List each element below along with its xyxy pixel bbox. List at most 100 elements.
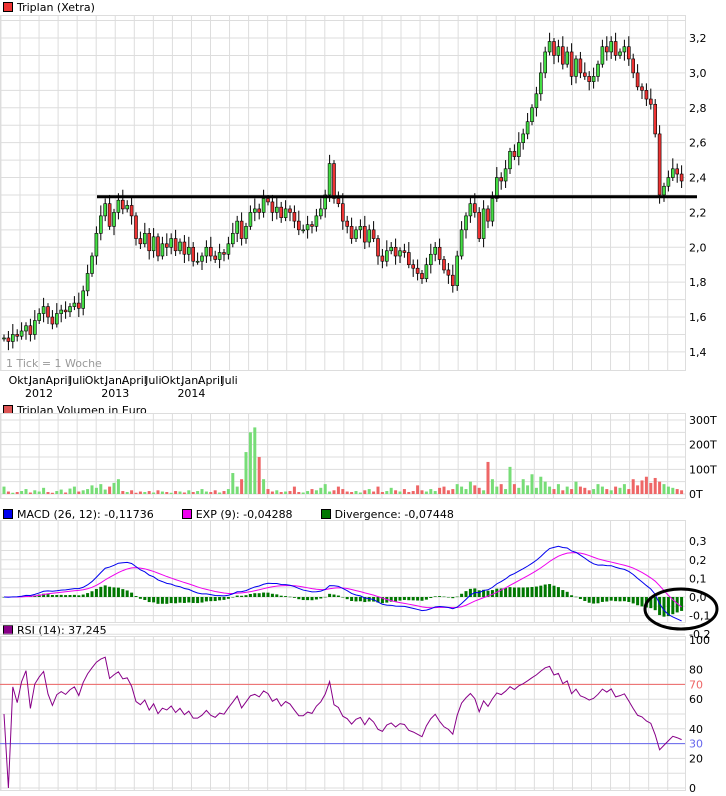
candle-body [512, 151, 517, 157]
candle-body [24, 325, 28, 332]
divergence-bar [112, 587, 116, 597]
divergence-bar [358, 597, 362, 602]
volume-bar [138, 491, 142, 494]
candle-body [521, 133, 526, 143]
divergence-bar [138, 597, 142, 599]
candle-body [433, 246, 438, 255]
candle-body [679, 173, 684, 182]
volume-bar [81, 490, 85, 494]
candle-body [11, 334, 15, 342]
candle-body [235, 220, 239, 234]
divergence-bar [174, 597, 178, 604]
candle-body [578, 58, 583, 74]
volume-bar [108, 486, 112, 494]
candle-body [543, 51, 548, 74]
candle-body [85, 273, 90, 292]
divergence-bar [165, 597, 169, 604]
divergence-bar [46, 594, 50, 597]
volume-bar [565, 486, 569, 494]
divergence-bar [336, 595, 340, 597]
divergence-bar [147, 597, 151, 603]
candle-body [384, 250, 389, 262]
candle-body [187, 246, 191, 255]
divergence-bar [354, 597, 358, 602]
candle-body [99, 215, 103, 234]
volume-bar [20, 491, 24, 494]
divergence-bar [680, 597, 684, 611]
candle-body [336, 198, 341, 204]
divergence-bar [86, 593, 90, 597]
volume-bar [570, 489, 574, 494]
volume-bar [407, 492, 411, 494]
candle-body [248, 212, 253, 227]
macd-ytick-label: -0,1 [689, 610, 710, 623]
divergence-bar [314, 597, 318, 600]
divergence-bar [90, 591, 94, 597]
volume-bar [328, 491, 332, 494]
candle-body [151, 236, 156, 252]
divergence-bar [323, 596, 327, 598]
volume-bar [46, 492, 50, 494]
volume-bar [262, 479, 266, 494]
candle-body [143, 233, 147, 245]
divergence-bar [143, 597, 147, 601]
candle-body [538, 72, 543, 95]
volume-bar [499, 484, 503, 494]
divergence-bar [288, 596, 292, 598]
divergence-bar [292, 597, 296, 598]
volume-bar [288, 491, 292, 494]
volume-frame [0, 413, 686, 499]
price-xtick-label: April [198, 374, 223, 387]
divergence-bar [429, 597, 433, 599]
volume-bar [235, 486, 239, 494]
candle-body [59, 309, 64, 314]
volume-bar [552, 489, 556, 494]
divergence-bar [631, 597, 635, 604]
divergence-bar [534, 586, 538, 597]
divergence-bar [605, 597, 609, 602]
candle-body [41, 306, 46, 314]
candle-body [182, 241, 187, 255]
candle-body [525, 121, 530, 135]
candle-body [552, 41, 556, 56]
divergence-bar [345, 597, 349, 600]
volume-bar [292, 486, 296, 494]
candle-body [508, 151, 512, 170]
price-xtick-label: Juli [144, 374, 161, 387]
divergence-bar [213, 597, 217, 602]
volume-bar [11, 492, 15, 494]
candle-body [195, 260, 200, 263]
divergence-bar [548, 584, 552, 597]
volume-bar [372, 491, 376, 494]
candle-body [332, 163, 336, 199]
divergence-bar [504, 588, 508, 597]
divergence-bar [618, 597, 622, 602]
divergence-bar [262, 592, 266, 597]
volume-bar [380, 492, 384, 494]
candle-body [450, 274, 455, 286]
volume-bar [341, 489, 345, 494]
candle-body [393, 246, 398, 257]
volume-bar [556, 484, 560, 494]
divergence-bar [398, 597, 402, 601]
volume-bar [473, 485, 477, 494]
candle-body [420, 273, 424, 279]
divergence-bar [187, 597, 191, 603]
chart-page: Triplan (Xetra) Triplan Volumen in Euro … [0, 0, 726, 796]
volume-bar [609, 490, 613, 494]
divergence-bar [222, 597, 226, 600]
candle-body [19, 330, 24, 337]
volume-bar [253, 427, 257, 494]
volume-bar [160, 491, 164, 494]
divergence-bar [446, 597, 450, 598]
candle-body [46, 306, 50, 318]
volume-bar [464, 489, 468, 494]
candle-body [266, 198, 270, 203]
volume-bar [490, 479, 494, 494]
divergence-bar [64, 595, 68, 597]
volume-bar [451, 489, 455, 494]
divergence-bar [407, 597, 411, 601]
candle-body [6, 337, 11, 342]
candle-body [675, 168, 680, 175]
volume-bar [68, 488, 72, 494]
